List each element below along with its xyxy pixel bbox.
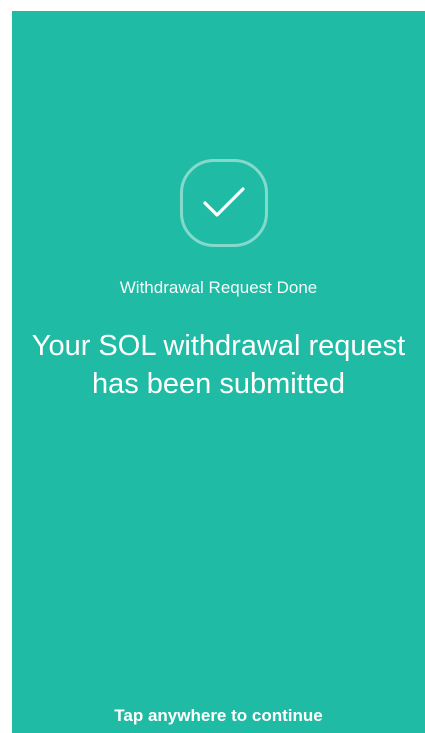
continue-hint[interactable]: Tap anywhere to continue bbox=[12, 705, 425, 727]
status-subtitle: Withdrawal Request Done bbox=[119, 278, 318, 297]
checkmark-icon bbox=[203, 187, 245, 217]
success-badge bbox=[180, 159, 268, 247]
success-screen[interactable]: Withdrawal Request Done Your SOL withdra… bbox=[12, 11, 425, 733]
confirmation-headline: Your SOL withdrawal request has been sub… bbox=[31, 330, 406, 400]
